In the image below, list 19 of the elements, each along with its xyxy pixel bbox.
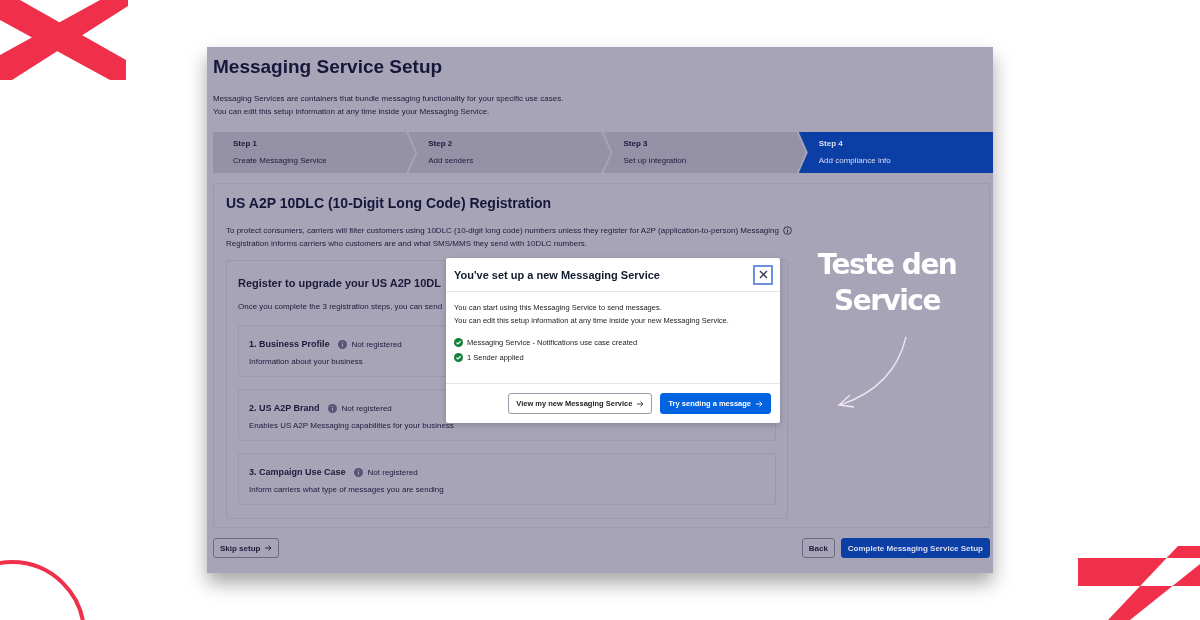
card-title: 1. Business Profile [249,338,330,350]
description-text: To protect consumers, carriers will filter customers using 10DLC (10-digit long code) numbers unless they register for A2P (application-to-person) Messaging [226,225,779,237]
section-heading: US A2P 10DLC (10-Digit Long Code) Registration [226,194,553,212]
annotation-text: Teste den Service [817,247,957,319]
dialog-title: You've set up a new Messaging Service [454,268,660,281]
status-text: Not registered [351,339,402,349]
card-description: Enables US A2P Messaging capabilities for your business [249,420,454,431]
card-description: Inform carriers what type of messages you are sending [249,484,444,495]
description-text: You can edit this setup information at any time inside your Messaging Service. [213,106,491,118]
card-title: 3. Campaign Use Case [249,466,346,478]
intro-text: Once you complete the 3 registration steps, you can send [238,301,443,313]
card-description: Information about your business [249,356,363,367]
card-title: 2. US A2P Brand [249,402,320,414]
status-text: Not registered [341,403,392,413]
status-text: Not registered [367,467,418,477]
description-text: Messaging Services are containers that bundle messaging functionality for your specific use cases. [213,93,565,105]
page-title: Messaging Service Setup [213,57,444,77]
box-heading: Register to upgrade your US A2P 10DL [238,276,441,291]
description-text: Registration informs carriers who customers are and what SMS/MMS they send with 10DLC numbers. [226,238,588,250]
